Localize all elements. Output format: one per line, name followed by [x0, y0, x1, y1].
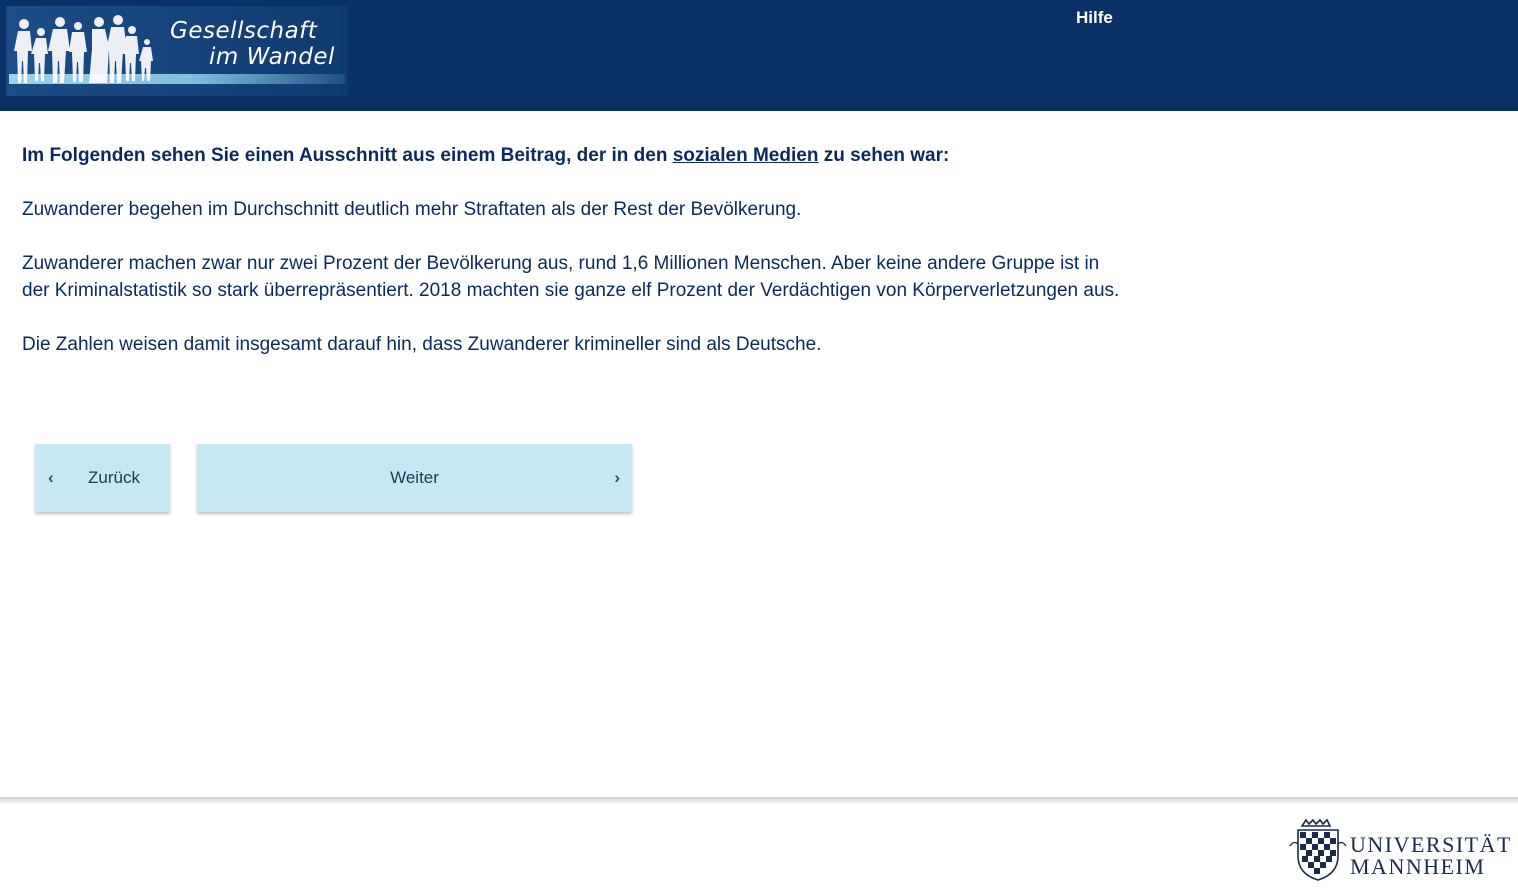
gesellschaft-im-wandel-logo: Gesellschaft im Wandel	[6, 6, 348, 96]
intro-text-before: Im Folgenden sehen Sie einen Ausschnitt …	[22, 145, 673, 166]
chevron-left-icon: ‹	[48, 468, 54, 487]
main-content: Im Folgenden sehen Sie einen Ausschnitt …	[22, 142, 1122, 385]
next-button[interactable]: Weiter ›	[197, 444, 632, 512]
people-silhouettes-icon	[14, 15, 153, 83]
social-media-link[interactable]: sozialen Medien	[673, 145, 819, 166]
chevron-right-icon: ›	[614, 468, 620, 487]
logo-title-line1: Gesellschaft	[170, 18, 318, 44]
university-name-line2: MANNHEIM	[1350, 854, 1486, 879]
back-button[interactable]: ‹ Zurück	[35, 444, 170, 512]
intro-text-after: zu sehen war:	[818, 145, 950, 166]
post-paragraph-3: Die Zahlen weisen damit insgesamt darauf…	[22, 334, 822, 355]
site-header: Gesellschaft im Wandel Hilfe	[0, 0, 1518, 111]
back-button-label: Zurück	[88, 468, 140, 487]
university-crest-icon	[1289, 818, 1347, 881]
footer-divider	[0, 797, 1518, 803]
next-button-label: Weiter	[390, 468, 439, 487]
university-name-line1: UNIVERSITÄT	[1350, 832, 1512, 857]
intro-text: Im Folgenden sehen Sie einen Ausschnitt …	[22, 142, 1122, 169]
university-mannheim-logo: UNIVERSITÄT MANNHEIM	[1288, 816, 1516, 884]
help-link[interactable]: Hilfe	[1076, 8, 1113, 28]
post-paragraph-2: Zuwanderer machen zwar nur zwei Prozent …	[22, 253, 1120, 301]
logo-title-line2: im Wandel	[209, 44, 335, 70]
post-paragraph-1: Zuwanderer begehen im Durchschnitt deutl…	[22, 199, 802, 220]
